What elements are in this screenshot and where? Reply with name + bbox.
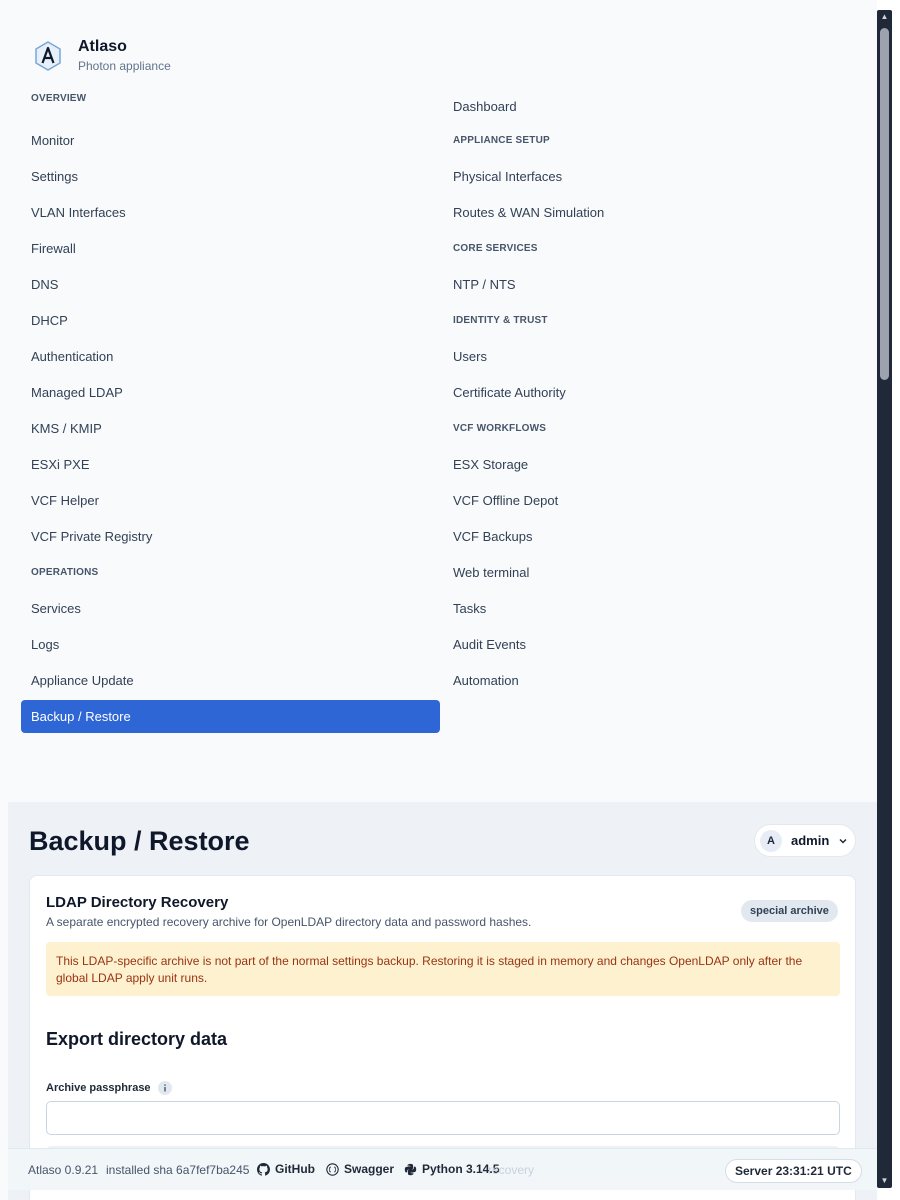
- sidebar-item-settings[interactable]: Settings: [21, 160, 443, 193]
- server-time-badge: Server 23:31:21 UTC: [725, 1159, 862, 1183]
- user-menu-button[interactable]: A admin: [754, 824, 856, 857]
- installed-sha: installed sha 6a7fef7ba245: [106, 1163, 250, 1177]
- chevron-down-icon: [839, 838, 847, 844]
- brand-name: Atlaso: [78, 38, 127, 55]
- brand-subtitle: Photon appliance: [78, 59, 171, 73]
- scroll-down-arrow-icon[interactable]: ▼: [877, 1174, 892, 1188]
- sidebar-item-backup-restore[interactable]: Backup / Restore: [21, 700, 440, 733]
- scroll-up-arrow-icon[interactable]: ▲: [877, 10, 892, 24]
- sidebar-item-vlan-interfaces[interactable]: VLAN Interfaces: [21, 196, 443, 229]
- scrollbar-thumb[interactable]: [880, 28, 889, 380]
- sidebar-item-routes-wan[interactable]: Routes & WAN Simulation: [443, 196, 864, 229]
- sidebar-item-audit-events[interactable]: Audit Events: [443, 628, 864, 661]
- sidebar-item-users[interactable]: Users: [443, 340, 864, 373]
- sidebar-item-monitor[interactable]: Monitor: [21, 124, 443, 157]
- page-title: Backup / Restore: [29, 826, 250, 856]
- sidebar-item-firewall[interactable]: Firewall: [21, 232, 443, 265]
- sidebar-item-tasks[interactable]: Tasks: [443, 592, 864, 625]
- sidebar-item-vcf-helper[interactable]: VCF Helper: [21, 484, 443, 517]
- python-icon: [404, 1163, 417, 1175]
- passphrase-label-text: Archive passphrase: [46, 1082, 151, 1094]
- sidebar-item-ntp-nts[interactable]: NTP / NTS: [443, 268, 864, 301]
- nav-heading-core-services: CORE SERVICES: [453, 243, 538, 254]
- github-link[interactable]: GitHub: [257, 1162, 315, 1176]
- passphrase-input[interactable]: [46, 1101, 840, 1135]
- page-scrollbar[interactable]: ▲ ▼: [877, 10, 892, 1188]
- sidebar-item-dhcp[interactable]: DHCP: [21, 304, 443, 337]
- sidebar-item-vcf-backups[interactable]: VCF Backups: [443, 520, 864, 553]
- sidebar-item-appliance-update[interactable]: Appliance Update: [21, 664, 443, 697]
- sidebar-item-esxi-pxe[interactable]: ESXi PXE: [21, 448, 443, 481]
- obscured-text: recovery: [488, 1163, 535, 1177]
- nav-heading-overview: OVERVIEW: [31, 92, 87, 104]
- status-badge: special archive: [741, 900, 838, 922]
- footer-bar: Atlaso 0.9.21 installed sha 6a7fef7ba245…: [8, 1148, 877, 1190]
- warning-alert: This LDAP-specific archive is not part o…: [46, 942, 840, 996]
- card-description: A separate encrypted recovery archive fo…: [46, 915, 532, 929]
- sidebar-item-logs[interactable]: Logs: [21, 628, 443, 661]
- main-content: Backup / Restore A admin LDAP Directory …: [8, 802, 877, 1200]
- sidebar-item-authentication[interactable]: Authentication: [21, 340, 443, 373]
- passphrase-label: Archive passphrase: [46, 1081, 172, 1095]
- sidebar-item-automation[interactable]: Automation: [443, 664, 864, 697]
- nav-heading-identity-trust: IDENTITY & TRUST: [453, 315, 548, 326]
- sidebar-item-physical-interfaces[interactable]: Physical Interfaces: [443, 160, 864, 193]
- sidebar-item-dashboard[interactable]: Dashboard: [443, 90, 864, 123]
- nav-heading-appliance-setup: APPLIANCE SETUP: [453, 135, 550, 146]
- sidebar-item-managed-ldap[interactable]: Managed LDAP: [21, 376, 443, 409]
- sidebar-item-certificate-authority[interactable]: Certificate Authority: [443, 376, 864, 409]
- user-name: admin: [791, 833, 830, 848]
- app-version: Atlaso 0.9.21: [28, 1163, 99, 1177]
- github-icon: [257, 1162, 270, 1176]
- sidebar-item-dns[interactable]: DNS: [21, 268, 443, 301]
- swagger-link[interactable]: Swagger: [326, 1162, 394, 1176]
- python-version: Python 3.14.5: [404, 1162, 499, 1176]
- swagger-icon: [326, 1162, 339, 1176]
- sidebar-item-vcf-offline-depot[interactable]: VCF Offline Depot: [443, 484, 864, 517]
- nav-heading-operations: OPERATIONS: [31, 567, 99, 578]
- sidebar-item-web-terminal[interactable]: Web terminal: [443, 556, 864, 589]
- card-title: LDAP Directory Recovery: [46, 894, 229, 911]
- github-label: GitHub: [275, 1162, 315, 1176]
- swagger-label: Swagger: [344, 1162, 395, 1176]
- sidebar-item-services[interactable]: Services: [21, 592, 443, 625]
- sidebar-item-esx-storage[interactable]: ESX Storage: [443, 448, 864, 481]
- sidebar-item-vcf-private-registry[interactable]: VCF Private Registry: [21, 520, 443, 553]
- atlaso-logo-icon: [35, 41, 61, 71]
- avatar: A: [760, 829, 782, 852]
- section-title: Export directory data: [46, 1029, 228, 1049]
- nav-heading-vcf-workflows: VCF WORKFLOWS: [453, 423, 547, 434]
- sidebar-nav: OVERVIEW Dashboard Monitor APPLIANCE SET…: [21, 88, 864, 736]
- app-viewport: Atlaso Photon appliance OVERVIEW Dashboa…: [0, 0, 877, 1200]
- sidebar-item-kms-kmip[interactable]: KMS / KMIP: [21, 412, 443, 445]
- info-icon[interactable]: [157, 1081, 172, 1095]
- brand[interactable]: Atlaso Photon appliance: [34, 38, 171, 74]
